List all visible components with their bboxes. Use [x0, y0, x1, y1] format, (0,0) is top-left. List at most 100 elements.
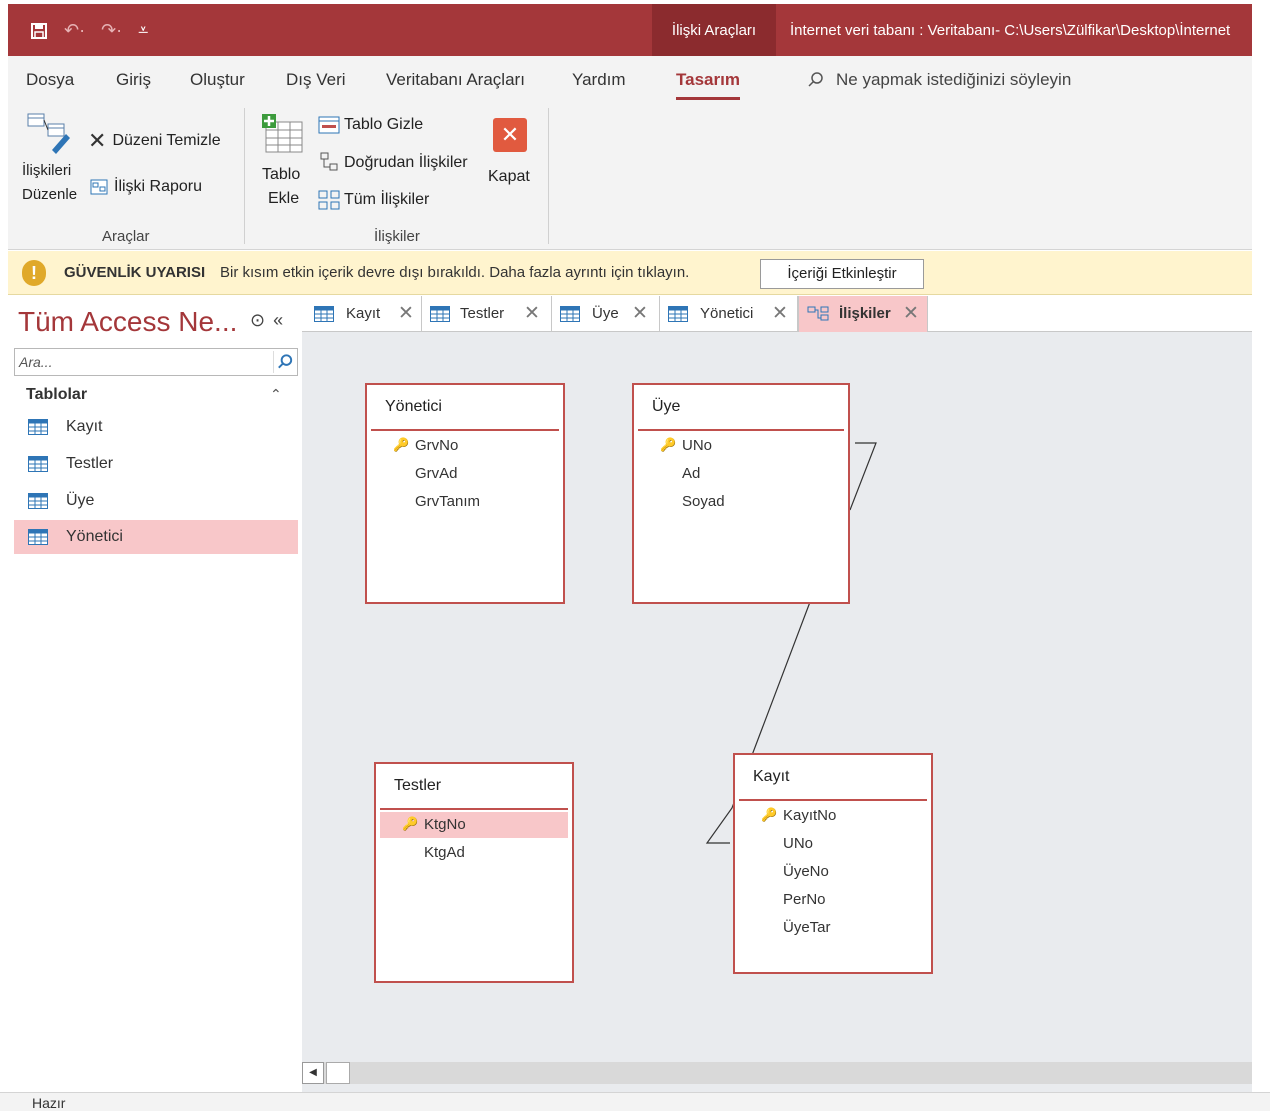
table-box-header[interactable]: Yönetici — [371, 385, 559, 431]
nav-menu-chevron-icon[interactable]: ⊙ — [250, 310, 265, 331]
nav-pane-title[interactable]: Tüm Access Ne... — [18, 306, 237, 338]
relationship-report-button[interactable]: İlişki Raporu — [90, 178, 202, 196]
status-bar: Hazır — [0, 1092, 1270, 1111]
all-relationships-label: Tüm İlişkiler — [344, 191, 430, 208]
ribbon-separator — [244, 108, 245, 244]
hide-table-icon — [318, 116, 340, 134]
window-title: İnternet veri tabanı : Veritabanı- C:\Us… — [790, 21, 1231, 39]
security-warning-bar[interactable]: ! GÜVENLİK UYARISI Bir kısım etkin içeri… — [8, 251, 1252, 295]
table-icon — [28, 419, 48, 435]
undo-icon[interactable]: ↶· — [64, 20, 85, 41]
edit-relationships-button[interactable]: İlişkileri Düzenle — [18, 110, 84, 214]
field-name: UNo — [682, 437, 713, 454]
tab-giris[interactable]: Giriş — [116, 70, 151, 90]
clear-icon: ✕ — [88, 128, 107, 153]
field-row[interactable]: GrvAd — [371, 461, 559, 487]
horizontal-scrollbar[interactable]: ◀ — [302, 1062, 1252, 1084]
field-name: PerNo — [783, 891, 826, 908]
collapse-group-icon[interactable]: ⌃ — [270, 386, 282, 403]
field-row[interactable]: 🔑 KayıtNo — [739, 803, 927, 829]
nav-item-label: Testler — [66, 455, 114, 472]
field-row[interactable]: GrvTanım — [371, 489, 559, 515]
field-row[interactable]: ÜyeNo — [739, 859, 927, 885]
field-row[interactable]: ÜyeTar — [739, 915, 927, 941]
scroll-left-icon[interactable]: ◀ — [302, 1062, 324, 1084]
tab-veritabani-araclari[interactable]: Veritabanı Araçları — [386, 70, 525, 90]
add-table-label-2: Ekle — [268, 190, 300, 207]
table-icon — [28, 456, 48, 472]
group-label-tools: Araçlar — [102, 228, 150, 245]
direct-relationships-label: Doğrudan İlişkiler — [344, 154, 468, 171]
direct-relationships-icon — [320, 152, 338, 171]
relationship-report-label: İlişki Raporu — [114, 178, 203, 195]
navigation-pane: Tüm Access Ne... ⊙ « Ara... Tablolar ⌃ K… — [8, 296, 300, 1092]
nav-item-uye[interactable]: Üye — [14, 484, 298, 518]
field-row[interactable]: 🔑 KtgNo — [380, 812, 568, 838]
table-box-title: Üye — [652, 398, 681, 415]
tab-tasarim[interactable]: Tasarım — [676, 70, 740, 100]
ribbon: İlişkileri Düzenle ✕ Düzeni Temizle İliş… — [8, 100, 1252, 250]
status-text: Hazır — [32, 1095, 66, 1111]
table-box-title: Kayıt — [753, 768, 790, 785]
tab-dis-veri[interactable]: Dış Veri — [286, 70, 346, 90]
add-table-icon — [262, 114, 303, 153]
table-box-uye[interactable]: Üye 🔑 UNo Ad Soyad — [632, 383, 850, 604]
nav-search-input[interactable]: Ara... — [14, 348, 298, 376]
field-name: KtgAd — [424, 844, 465, 861]
nav-item-label: Kayıt — [66, 418, 103, 435]
field-row[interactable]: Ad — [638, 461, 844, 487]
table-box-header[interactable]: Kayıt — [739, 755, 927, 801]
nav-item-yonetici[interactable]: Yönetici — [14, 520, 298, 554]
table-box-title: Testler — [394, 777, 442, 794]
redo-icon[interactable]: ↷· — [101, 20, 122, 41]
clear-layout-button[interactable]: ✕ Düzeni Temizle — [88, 128, 221, 154]
close-icon: ✕ — [493, 118, 527, 152]
field-name: GrvNo — [415, 437, 459, 454]
edit-relationships-icon — [27, 113, 70, 154]
close-label: Kapat — [488, 168, 530, 185]
table-box-kayit[interactable]: Kayıt 🔑 KayıtNo UNo ÜyeNo PerNo ÜyeTar — [733, 753, 933, 974]
field-row[interactable]: Soyad — [638, 489, 844, 515]
field-name: GrvAd — [415, 465, 458, 482]
ribbon-tabs: Dosya Giriş Oluştur Dış Veri Veritabanı … — [8, 56, 1252, 100]
nav-item-kayit[interactable]: Kayıt — [14, 410, 298, 444]
customize-qat-icon[interactable]: ⩡ — [138, 20, 148, 41]
enable-content-button[interactable]: İçeriği Etkinleştir — [760, 259, 924, 289]
hide-table-label: Tablo Gizle — [344, 116, 424, 133]
context-tab-relationship-tools: İlişki Araçları — [652, 4, 776, 56]
direct-relationships-button[interactable]: Doğrudan İlişkiler — [320, 152, 468, 174]
nav-item-label: Üye — [66, 492, 95, 509]
add-table-button[interactable]: Tablo Ekle — [258, 108, 310, 218]
field-name: Soyad — [682, 493, 725, 510]
all-relationships-icon — [318, 190, 340, 210]
table-box-yonetici[interactable]: Yönetici 🔑 GrvNo GrvAd GrvTanım — [365, 383, 565, 604]
hide-table-button[interactable]: Tablo Gizle — [318, 116, 423, 134]
group-label-relationships: İlişkiler — [374, 228, 420, 245]
shutter-bar-close-icon[interactable]: « — [273, 310, 283, 331]
close-button[interactable]: ✕ Kapat — [486, 114, 536, 194]
nav-item-testler[interactable]: Testler — [14, 447, 298, 481]
security-warning-message[interactable]: Bir kısım etkin içerik devre dışı bırakı… — [220, 264, 689, 281]
table-icon — [28, 529, 48, 545]
nav-group-tables[interactable]: Tablolar — [26, 386, 87, 404]
search-icon[interactable] — [273, 351, 295, 373]
field-row[interactable]: PerNo — [739, 887, 927, 913]
scrollbar-thumb[interactable] — [326, 1062, 350, 1084]
field-row[interactable]: UNo — [739, 831, 927, 857]
field-row[interactable]: 🔑 UNo — [638, 433, 844, 459]
all-relationships-button[interactable]: Tüm İlişkiler — [318, 190, 429, 210]
table-box-header[interactable]: Testler — [380, 764, 568, 810]
table-box-header[interactable]: Üye — [638, 385, 844, 431]
tab-olustur[interactable]: Oluştur — [190, 70, 245, 90]
tab-dosya[interactable]: Dosya — [26, 70, 74, 90]
tell-me-search[interactable]: Ne yapmak istediğinizi söyleyin — [808, 70, 1071, 90]
ribbon-separator — [548, 108, 549, 244]
table-box-testler[interactable]: Testler 🔑 KtgNo KtgAd — [374, 762, 574, 983]
edit-relationships-label-1: İlişkileri — [22, 162, 72, 179]
relationships-workspace[interactable]: Kayıt ✕ Testler ✕ Üye ✕ Yönetici ✕ İlişk… — [302, 296, 1252, 1092]
title-bar: ↶· ↷· ⩡ İlişki Araçları İnternet veri ta… — [8, 4, 1252, 56]
field-row[interactable]: 🔑 GrvNo — [371, 433, 559, 459]
field-row[interactable]: KtgAd — [380, 840, 568, 866]
save-icon[interactable] — [30, 22, 48, 40]
tab-yardim[interactable]: Yardım — [572, 70, 626, 90]
